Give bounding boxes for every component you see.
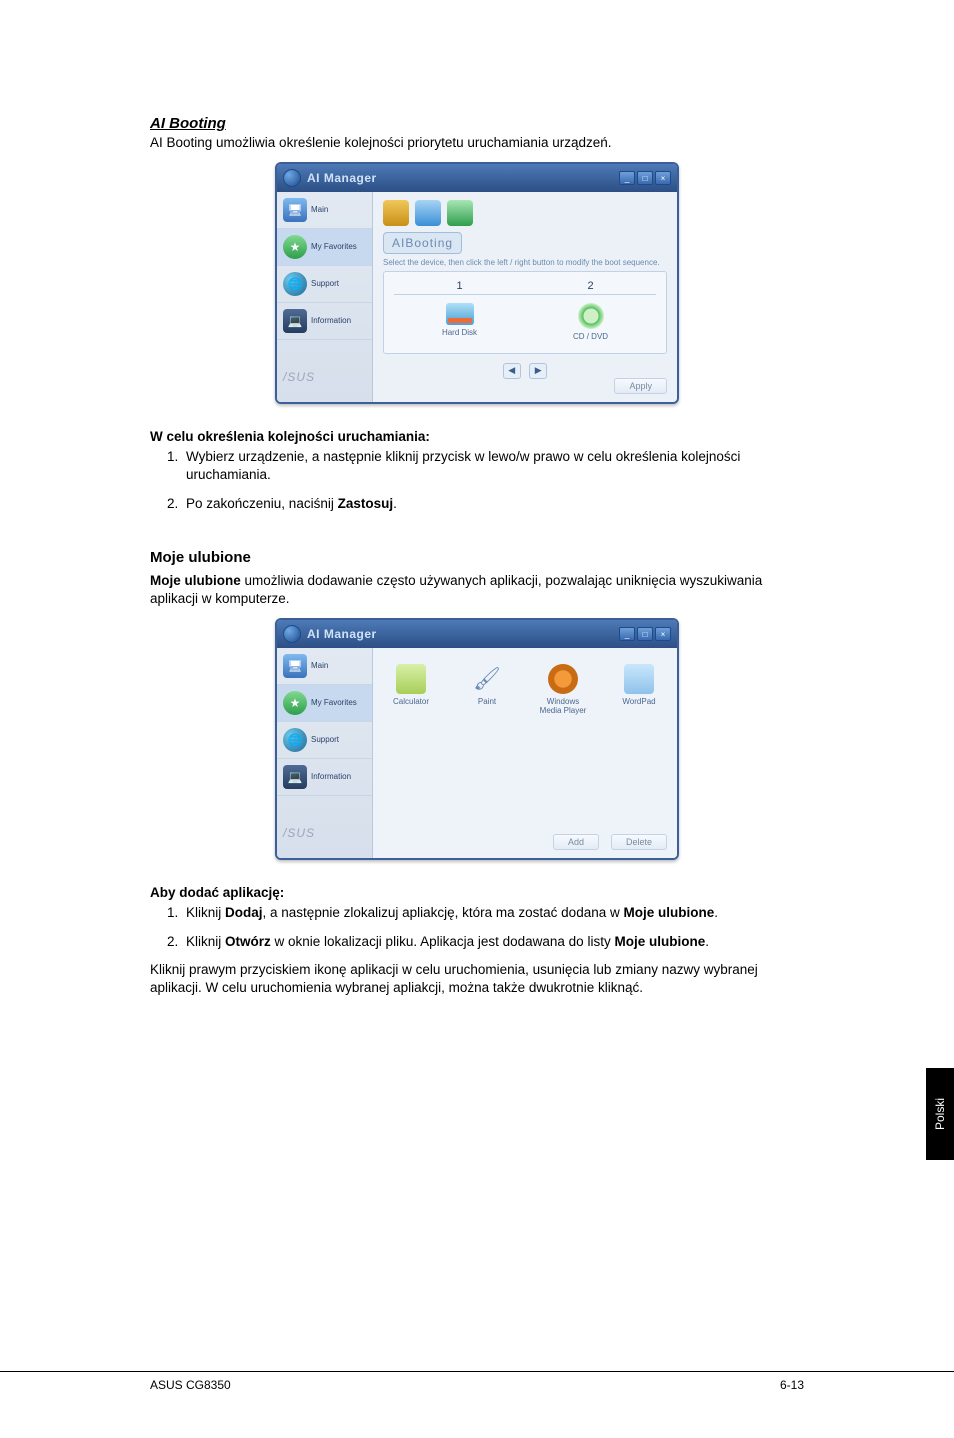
col-2-header: 2 [525,278,656,294]
col-1-header: 1 [394,278,525,294]
window-controls: _ □ × [619,627,671,641]
ai-manager-window-1: AI Manager _ □ × 🖥 Main ★ My Favorites [275,162,679,404]
panel-title: AIBooting [383,232,462,254]
apply-button[interactable]: Apply [614,378,667,394]
panel-hint: Select the device, then click the left /… [383,258,667,267]
sidebar: 🖥 Main ★ My Favorites 🌐 Support 💻 Inform… [277,192,373,402]
sidebar: 🖥 Main ★ My Favorites 🌐 Support 💻 Inform… [277,648,373,858]
fav-app-paint[interactable]: 🖌 Paint [459,664,515,706]
sidebar-item-support[interactable]: 🌐 Support [277,722,372,759]
calculator-icon [396,664,426,694]
language-tab: Polski [926,1068,954,1160]
move-left-button[interactable]: ◀ [503,363,521,379]
add-app-step-2: Kliknij Otwórz w oknie lokalizacji pliku… [182,933,804,951]
sidebar-item-favorites[interactable]: ★ My Favorites [277,685,372,722]
monitor-icon: 🖥 [283,198,307,222]
boot-step-1: Wybierz urządzenie, a następnie kliknij … [182,448,804,484]
add-app-step-1: Kliknij Dodaj, a następnie zlokalizuj ap… [182,904,804,922]
close-button[interactable]: × [655,171,671,185]
ai-manager-window-2: AI Manager _ □ × 🖥 Main ★ My Favorites [275,618,679,860]
sidebar-item-information[interactable]: 💻 Information [277,303,372,340]
footer-page-number: 6-13 [780,1378,804,1392]
app-logo-icon [283,169,301,187]
boot-order-steps: Wybierz urządzenie, a następnie kliknij … [150,448,804,513]
ai-booting-intro: AI Booting umożliwia określenie kolejnoś… [150,134,804,152]
sidebar-item-main[interactable]: 🖥 Main [277,192,372,229]
wordpad-icon [624,664,654,694]
favorites-intro: Moje ulubione umożliwia dodawanie często… [150,572,804,608]
hard-disk-icon [446,303,474,325]
maximize-button[interactable]: □ [637,627,653,641]
add-app-steps: Kliknij Dodaj, a następnie zlokalizuj ap… [150,904,804,950]
section-ai-booting-title: AI Booting [150,115,804,132]
globe-icon: 🌐 [283,728,307,752]
window-title: AI Manager [307,627,377,641]
monitor-icon: 🖥 [283,654,307,678]
maximize-button[interactable]: □ [637,171,653,185]
section-favorites-title: Moje ulubione [150,549,804,566]
toolbar-icon-3[interactable] [447,200,473,226]
fav-app-media-player[interactable]: Windows Media Player [535,664,591,715]
boot-device-1[interactable]: Hard Disk [394,295,525,343]
favorites-screenshot: AI Manager _ □ × 🖥 Main ★ My Favorites [150,618,804,865]
cd-dvd-icon [578,303,604,329]
delete-button[interactable]: Delete [611,834,667,850]
move-right-button[interactable]: ▶ [529,363,547,379]
sidebar-item-support[interactable]: 🌐 Support [277,266,372,303]
close-button[interactable]: × [655,627,671,641]
ai-booting-screenshot: AI Manager _ □ × 🖥 Main ★ My Favorites [150,162,804,409]
globe-icon: 🌐 [283,272,307,296]
paint-icon: 🖌 [472,664,502,694]
toolbar [383,200,667,226]
favorites-icon: ★ [283,691,307,715]
brand-logo: /SUS [277,362,372,392]
sidebar-item-favorites[interactable]: ★ My Favorites [277,229,372,266]
titlebar: AI Manager _ □ × [277,164,677,192]
favorites-icon: ★ [283,235,307,259]
media-player-icon [548,664,578,694]
info-icon: 💻 [283,765,307,789]
page-footer: ASUS CG8350 6-13 [0,1371,954,1392]
minimize-button[interactable]: _ [619,171,635,185]
boot-order-table: 1 2 Hard Disk CD / DVD [383,271,667,354]
brand-logo: /SUS [277,818,372,848]
sidebar-item-information[interactable]: 💻 Information [277,759,372,796]
info-icon: 💻 [283,309,307,333]
add-button[interactable]: Add [553,834,599,850]
footer-model: ASUS CG8350 [150,1378,231,1392]
boot-step-2: Po zakończeniu, naciśnij Zastosuj. [182,495,804,513]
add-app-heading: Aby dodać aplikację: [150,885,804,900]
favorites-panel: Calculator 🖌 Paint Windows Media Player [373,648,677,858]
fav-app-wordpad[interactable]: WordPad [611,664,667,706]
ai-booting-panel: AIBooting Select the device, then click … [373,192,677,402]
window-controls: _ □ × [619,171,671,185]
closing-paragraph: Kliknij prawym przyciskiem ikonę aplikac… [150,961,804,997]
app-logo-icon [283,625,301,643]
titlebar: AI Manager _ □ × [277,620,677,648]
toolbar-icon-2[interactable] [415,200,441,226]
minimize-button[interactable]: _ [619,627,635,641]
boot-device-2[interactable]: CD / DVD [525,295,656,343]
sidebar-item-main[interactable]: 🖥 Main [277,648,372,685]
fav-app-calculator[interactable]: Calculator [383,664,439,706]
toolbar-icon-1[interactable] [383,200,409,226]
window-title: AI Manager [307,171,377,185]
boot-order-heading: W celu określenia kolejności uruchamiani… [150,429,804,444]
